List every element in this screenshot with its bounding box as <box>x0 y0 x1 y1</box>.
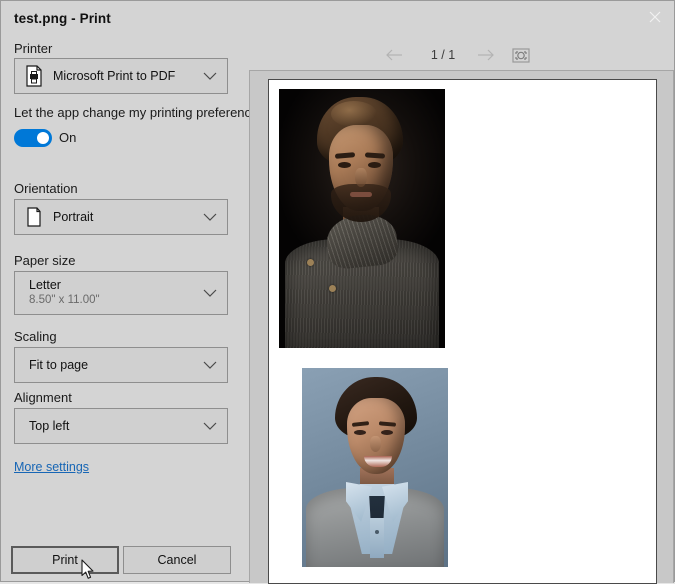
printer-select[interactable]: Microsoft Print to PDF <box>14 58 228 94</box>
cancel-button[interactable]: Cancel <box>123 546 231 574</box>
printer-icon <box>26 65 42 87</box>
chevron-down-icon <box>203 361 217 369</box>
preferences-toggle-label: Let the app change my printing preferenc… <box>14 105 265 120</box>
photo-hair-highlight <box>331 101 377 127</box>
arrow-right-icon <box>478 49 494 61</box>
preview-toolbar: 1 / 1 <box>241 37 675 73</box>
chevron-down-icon <box>203 72 217 80</box>
photo-nose <box>370 436 381 452</box>
print-button[interactable]: Print <box>11 546 119 574</box>
previous-page-button[interactable] <box>383 45 405 65</box>
photo-button <box>375 530 379 534</box>
preview-pane: 1 / 1 <box>241 37 675 584</box>
page-indicator: 1 / 1 <box>430 48 456 62</box>
fit-to-page-button[interactable] <box>509 45 533 65</box>
paper-sheet <box>268 79 657 584</box>
orientation-value: Portrait <box>53 210 94 224</box>
chevron-down-icon <box>203 213 217 221</box>
portrait-photo-blue <box>302 368 448 567</box>
alignment-select[interactable]: Top left <box>14 408 228 444</box>
photo-eye <box>338 162 351 168</box>
paper-size-select[interactable]: Letter 8.50" x 11.00" <box>14 271 228 315</box>
more-settings-link[interactable]: More settings <box>14 460 89 474</box>
scaling-label: Scaling <box>14 329 57 344</box>
photo-mouth <box>350 192 372 197</box>
paper-size-value: Letter <box>29 278 61 292</box>
photo-placket <box>370 518 384 558</box>
chevron-down-icon <box>203 422 217 430</box>
scaling-select[interactable]: Fit to page <box>14 347 228 383</box>
fit-to-page-icon <box>512 47 530 63</box>
page-portrait-icon <box>27 207 41 227</box>
preferences-toggle-state: On <box>59 130 77 145</box>
settings-pane: Printer Microsoft Print to PDF Let the a… <box>1 37 265 583</box>
next-page-button[interactable] <box>475 45 497 65</box>
chevron-down-icon <box>203 289 217 297</box>
close-icon <box>649 11 661 23</box>
preview-surface[interactable] <box>249 70 674 584</box>
paper-size-label: Paper size <box>14 253 76 268</box>
close-button[interactable] <box>636 3 674 31</box>
toggle-knob <box>37 132 49 144</box>
page-title: test.png - Print <box>14 11 111 26</box>
printer-label: Printer <box>14 41 53 56</box>
arrow-left-icon <box>386 49 402 61</box>
photo-nose <box>355 168 367 187</box>
orientation-select[interactable]: Portrait <box>14 199 228 235</box>
photo-eye <box>354 430 366 435</box>
orientation-label: Orientation <box>14 181 78 196</box>
printer-value: Microsoft Print to PDF <box>53 69 176 83</box>
portrait-photo-dark <box>279 89 445 348</box>
photo-eye <box>381 430 393 435</box>
paper-size-dimensions: 8.50" x 11.00" <box>29 294 100 306</box>
alignment-value: Top left <box>29 419 70 433</box>
photo-button <box>329 285 336 292</box>
alignment-label: Alignment <box>14 390 72 405</box>
photo-button <box>307 259 314 266</box>
print-dialog: test.png - Print Printer Microsoft Print… <box>0 0 675 584</box>
photo-eye <box>368 162 381 168</box>
title-bar: test.png - Print <box>1 1 675 37</box>
scaling-value: Fit to page <box>29 358 89 372</box>
preferences-toggle-switch[interactable] <box>14 129 52 147</box>
